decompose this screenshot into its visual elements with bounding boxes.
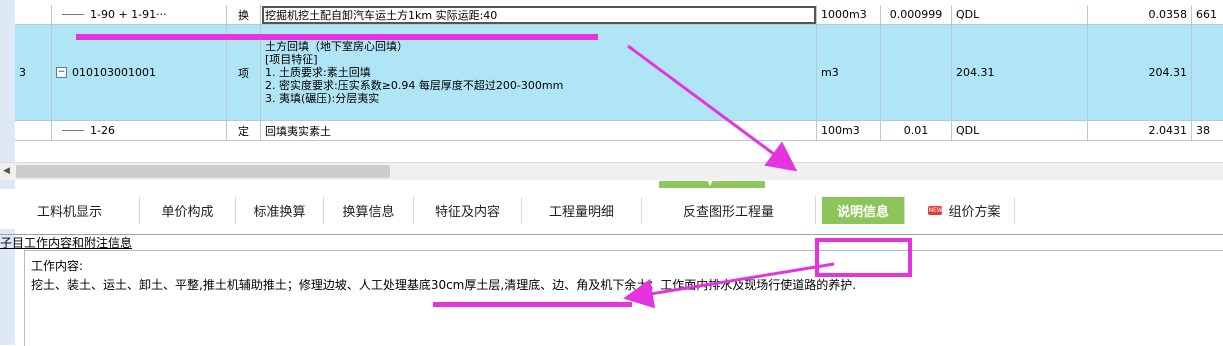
annotation-arrow [627,44,798,172]
annotation-arrows [623,44,835,309]
annotation-arrow [623,262,835,309]
